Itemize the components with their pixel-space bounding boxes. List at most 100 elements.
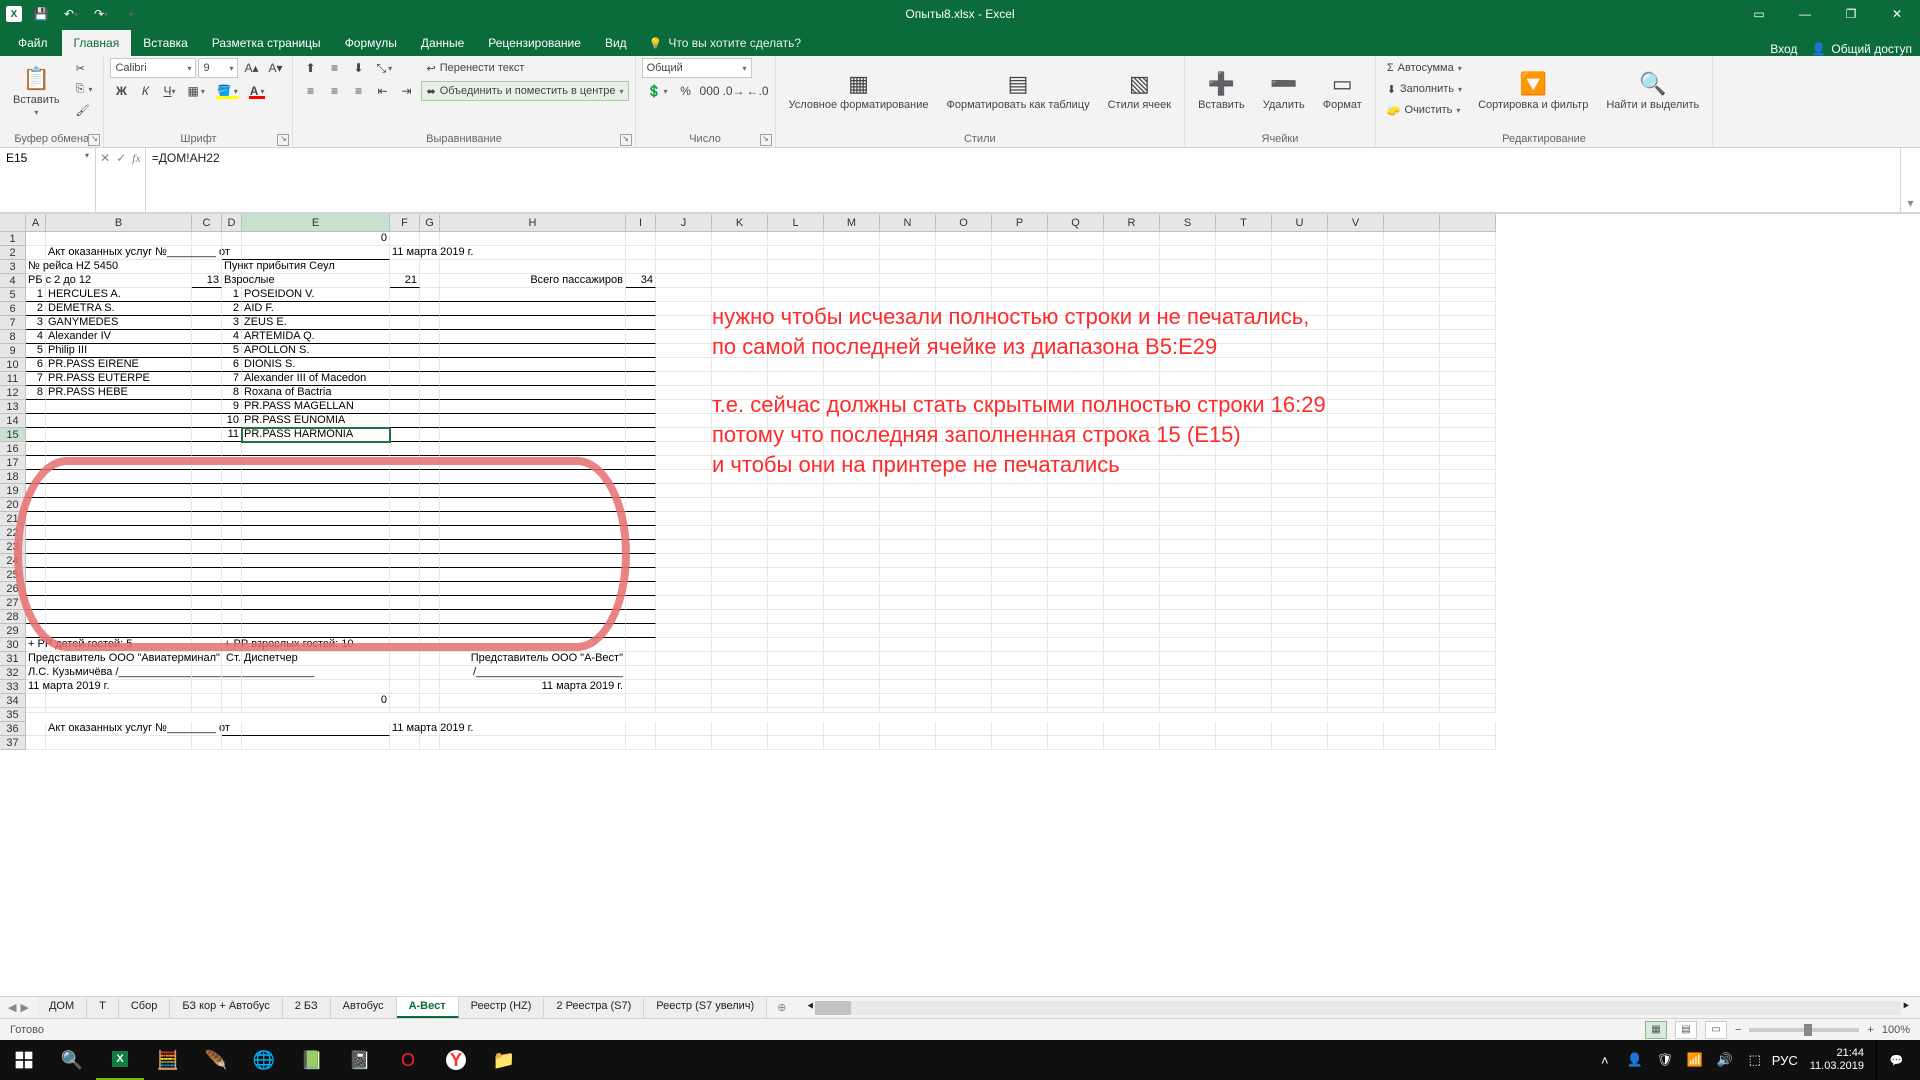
cell[interactable] (1328, 260, 1384, 274)
cell[interactable] (1328, 666, 1384, 680)
cell[interactable] (222, 456, 242, 470)
worksheet-grid[interactable]: ABCDEFGHIJKLMNOPQRSTUV102Акт оказанных у… (0, 214, 1920, 1012)
cell[interactable] (1048, 232, 1104, 246)
cell[interactable] (1272, 638, 1328, 652)
align-middle-icon[interactable]: ≡ (323, 58, 345, 78)
sheet-tab[interactable]: Автобус (331, 997, 397, 1018)
cell[interactable] (390, 484, 420, 498)
cell[interactable] (936, 260, 992, 274)
cell[interactable] (440, 470, 626, 484)
cell[interactable] (390, 372, 420, 386)
cell[interactable]: 11 (222, 428, 242, 442)
cell[interactable] (936, 554, 992, 568)
cell[interactable] (420, 722, 440, 736)
cell[interactable] (390, 540, 420, 554)
cell[interactable] (1104, 582, 1160, 596)
cell[interactable] (1216, 540, 1272, 554)
cell[interactable] (192, 652, 222, 666)
clipboard-dialog-launcher[interactable]: ↘ (88, 134, 100, 146)
cell[interactable] (390, 568, 420, 582)
cell[interactable] (242, 596, 390, 610)
zoom-level[interactable]: 100% (1882, 1024, 1910, 1036)
cell[interactable] (440, 288, 626, 302)
tab-formulas[interactable]: Формулы (333, 30, 409, 56)
cell[interactable] (192, 232, 222, 246)
cell[interactable]: APOLLON S. (242, 344, 390, 358)
sheet-tab[interactable]: Сбор (119, 997, 170, 1018)
cell[interactable] (1384, 708, 1440, 713)
cell[interactable] (222, 680, 242, 694)
cell[interactable] (192, 470, 222, 484)
align-bottom-icon[interactable]: ⬇ (347, 58, 369, 78)
cell[interactable] (46, 680, 192, 694)
cell[interactable] (46, 232, 192, 246)
cell[interactable] (420, 638, 440, 652)
cell[interactable] (824, 638, 880, 652)
cell[interactable] (880, 288, 936, 302)
cell[interactable] (1048, 260, 1104, 274)
cell[interactable] (192, 316, 222, 330)
cell[interactable] (192, 540, 222, 554)
cell[interactable] (1160, 232, 1216, 246)
cell[interactable] (420, 232, 440, 246)
cell[interactable] (1104, 526, 1160, 540)
sheet-nav-next[interactable]: ▶ (20, 1001, 28, 1014)
cell[interactable]: № рейса HZ 5450 (26, 260, 46, 274)
cell[interactable] (1328, 596, 1384, 610)
window-close[interactable]: ✕ (1874, 0, 1920, 28)
cell[interactable] (440, 498, 626, 512)
cell[interactable] (1104, 596, 1160, 610)
cell[interactable]: РБ с 2 до 12 (26, 274, 46, 288)
cell[interactable] (390, 400, 420, 414)
cell[interactable]: PR.PASS EUNOMIA (242, 414, 390, 428)
cell[interactable] (712, 232, 768, 246)
cell[interactable] (46, 498, 192, 512)
cell[interactable] (192, 428, 222, 442)
cell[interactable] (1328, 540, 1384, 554)
cell[interactable] (1440, 540, 1496, 554)
cell[interactable]: 3 (222, 316, 242, 330)
cell[interactable] (1216, 666, 1272, 680)
cell[interactable] (390, 638, 420, 652)
cell[interactable]: + РР детей гостей: 5 (26, 638, 46, 652)
cell[interactable] (46, 260, 192, 274)
cell[interactable] (656, 288, 712, 302)
cell[interactable] (242, 274, 390, 288)
cell[interactable] (1160, 512, 1216, 526)
cell[interactable]: 10 (222, 414, 242, 428)
cell[interactable] (420, 316, 440, 330)
cell[interactable] (1384, 596, 1440, 610)
cell[interactable] (936, 624, 992, 638)
cell[interactable] (1384, 302, 1440, 316)
comma-format-button[interactable]: 000 (699, 81, 721, 101)
cell[interactable] (222, 694, 242, 708)
cell[interactable] (192, 260, 222, 274)
align-right-icon[interactable]: ≡ (347, 81, 369, 101)
cell[interactable] (26, 610, 46, 624)
cell[interactable] (992, 666, 1048, 680)
cell-styles-button[interactable]: ▧Стили ячеек (1101, 58, 1178, 124)
taskbar-app1-icon[interactable]: 🪶 (192, 1040, 240, 1080)
cell[interactable] (656, 414, 712, 428)
cell[interactable] (420, 330, 440, 344)
cell[interactable] (242, 260, 390, 274)
cell[interactable] (222, 442, 242, 456)
cell[interactable] (768, 260, 824, 274)
cell[interactable] (46, 442, 192, 456)
cell[interactable] (1440, 666, 1496, 680)
cell[interactable] (992, 288, 1048, 302)
cell[interactable] (768, 694, 824, 708)
cell[interactable]: /________________________ (440, 666, 626, 680)
cell[interactable] (656, 610, 712, 624)
cell[interactable] (1216, 484, 1272, 498)
cell[interactable] (1440, 232, 1496, 246)
cell[interactable] (1160, 652, 1216, 666)
cell[interactable] (880, 568, 936, 582)
orientation-button[interactable]: ⤡▾ (371, 58, 397, 78)
cell[interactable] (880, 274, 936, 288)
cell[interactable] (1160, 484, 1216, 498)
cell[interactable] (46, 596, 192, 610)
cell[interactable] (1048, 736, 1104, 750)
cell[interactable] (1440, 624, 1496, 638)
format-cells-button[interactable]: ▭Формат (1316, 58, 1369, 124)
